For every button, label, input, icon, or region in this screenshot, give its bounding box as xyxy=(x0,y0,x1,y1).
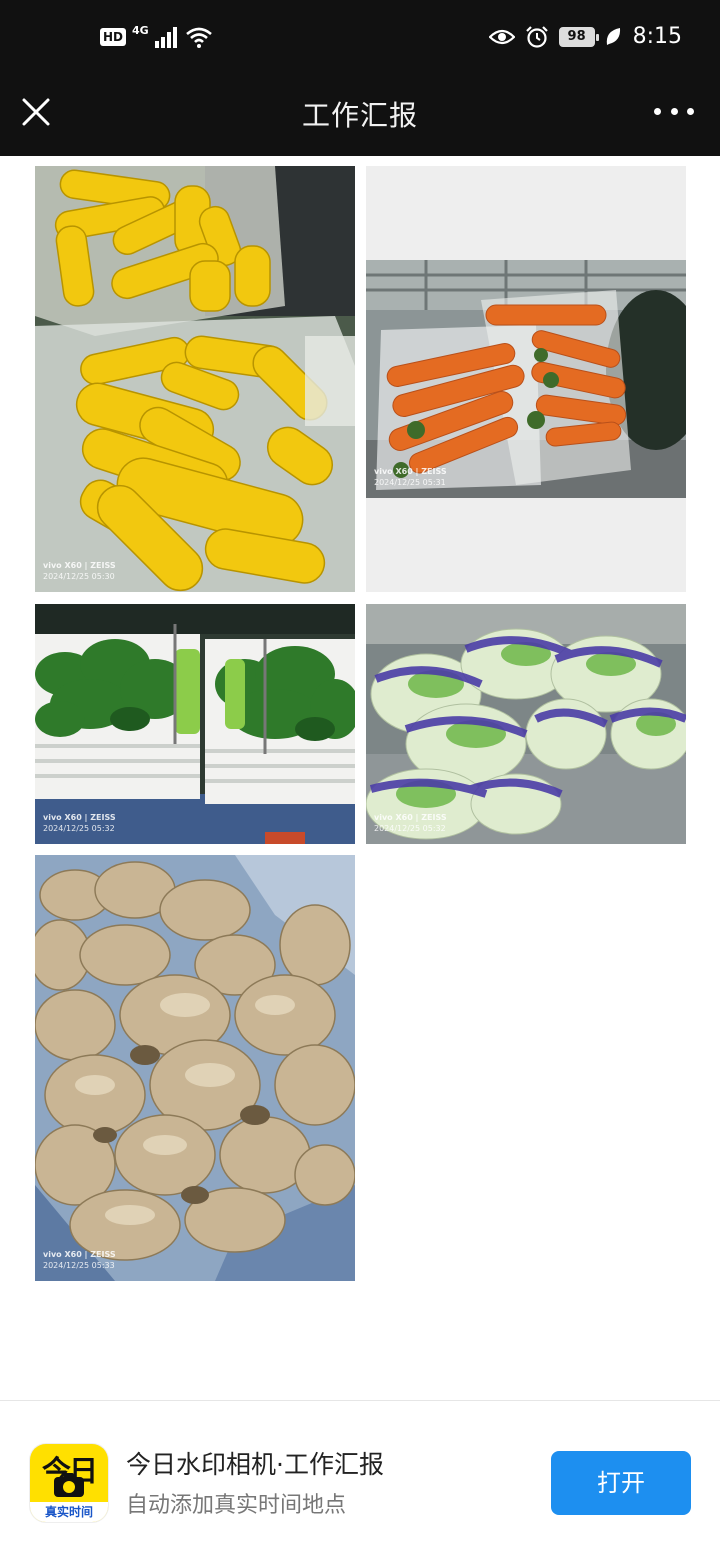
page-title: 工作汇报 xyxy=(301,99,418,132)
status-bar: HD 4G 98 8:15 xyxy=(0,0,720,82)
photo-watermark: vivo X60 | ZEISS 2024/12/25 05:32 xyxy=(43,812,116,834)
watermark-device: vivo X60 | ZEISS xyxy=(374,813,447,822)
app-icon-caption: 真实时间 xyxy=(30,1502,108,1522)
title-bar: 工作汇报 xyxy=(0,82,720,156)
more-icon xyxy=(654,107,661,115)
photo-spinach[interactable]: vivo X60 | ZEISS 2024/12/25 05:32 xyxy=(35,604,355,844)
network-type: 4G xyxy=(132,23,149,37)
clock: 8:15 xyxy=(632,24,682,49)
photo-bokchoy[interactable]: vivo X60 | ZEISS 2024/12/25 05:32 xyxy=(366,604,686,844)
photo-watermark: vivo X60 | ZEISS 2024/12/25 05:32 xyxy=(374,812,447,834)
status-left: HD 4G xyxy=(100,23,213,48)
spinach-image xyxy=(35,604,355,844)
watermark-device: vivo X60 | ZEISS xyxy=(43,561,116,570)
carrot-image xyxy=(366,260,686,498)
watermark-time: 2024/12/25 05:32 xyxy=(43,824,115,833)
bokchoy-image xyxy=(366,604,686,844)
signal-icon xyxy=(154,27,177,48)
camera-icon xyxy=(54,1473,84,1497)
watermark-time: 2024/12/25 05:33 xyxy=(43,1261,115,1270)
open-app-button[interactable]: 打开 xyxy=(551,1451,691,1515)
photo-carrot[interactable]: vivo X60 | ZEISS 2024/12/25 05:31 xyxy=(366,166,686,592)
app-name: 今日水印相机·工作汇报 xyxy=(126,1450,384,1479)
hd-badge: HD xyxy=(100,28,127,46)
watermark-time: 2024/12/25 05:30 xyxy=(43,572,115,581)
screen: HD 4G 98 8:15 工作汇报 vivo X60 | ZEISS 2024… xyxy=(0,0,720,1560)
watermark-time: 2024/12/25 05:32 xyxy=(374,824,446,833)
app-promo-banner: 今日 真实时间 今日水印相机·工作汇报 自动添加真实时间地点 打开 xyxy=(0,1400,720,1560)
photo-watermark: vivo X60 | ZEISS 2024/12/25 05:31 xyxy=(374,466,447,488)
photo-watermark: vivo X60 | ZEISS 2024/12/25 05:33 xyxy=(43,1249,116,1271)
battery-indicator: 98 xyxy=(558,26,599,47)
photo-ginger[interactable]: vivo X60 | ZEISS 2024/12/25 05:33 xyxy=(35,855,355,1281)
watermark-time: 2024/12/25 05:31 xyxy=(374,478,446,487)
photo-corn[interactable]: vivo X60 | ZEISS 2024/12/25 05:30 xyxy=(35,166,355,592)
status-right: 98 8:15 xyxy=(488,24,682,49)
watermark-device: vivo X60 | ZEISS xyxy=(43,813,116,822)
leaf-icon xyxy=(606,27,620,45)
watermark-device: vivo X60 | ZEISS xyxy=(43,1250,116,1259)
app-description: 自动添加真实时间地点 xyxy=(126,1493,347,1518)
app-icon[interactable]: 今日 真实时间 xyxy=(30,1444,108,1522)
photo-watermark: vivo X60 | ZEISS 2024/12/25 05:30 xyxy=(43,560,116,582)
watermark-device: vivo X60 | ZEISS xyxy=(374,467,447,476)
ginger-image xyxy=(35,855,355,1281)
more-button[interactable] xyxy=(654,96,694,126)
battery-level: 98 xyxy=(567,28,586,44)
eye-icon xyxy=(488,29,515,44)
carrot-image-area: vivo X60 | ZEISS 2024/12/25 05:31 xyxy=(366,260,686,498)
corn-image xyxy=(35,166,355,592)
wifi-icon xyxy=(185,27,212,48)
alarm-icon xyxy=(525,25,548,48)
